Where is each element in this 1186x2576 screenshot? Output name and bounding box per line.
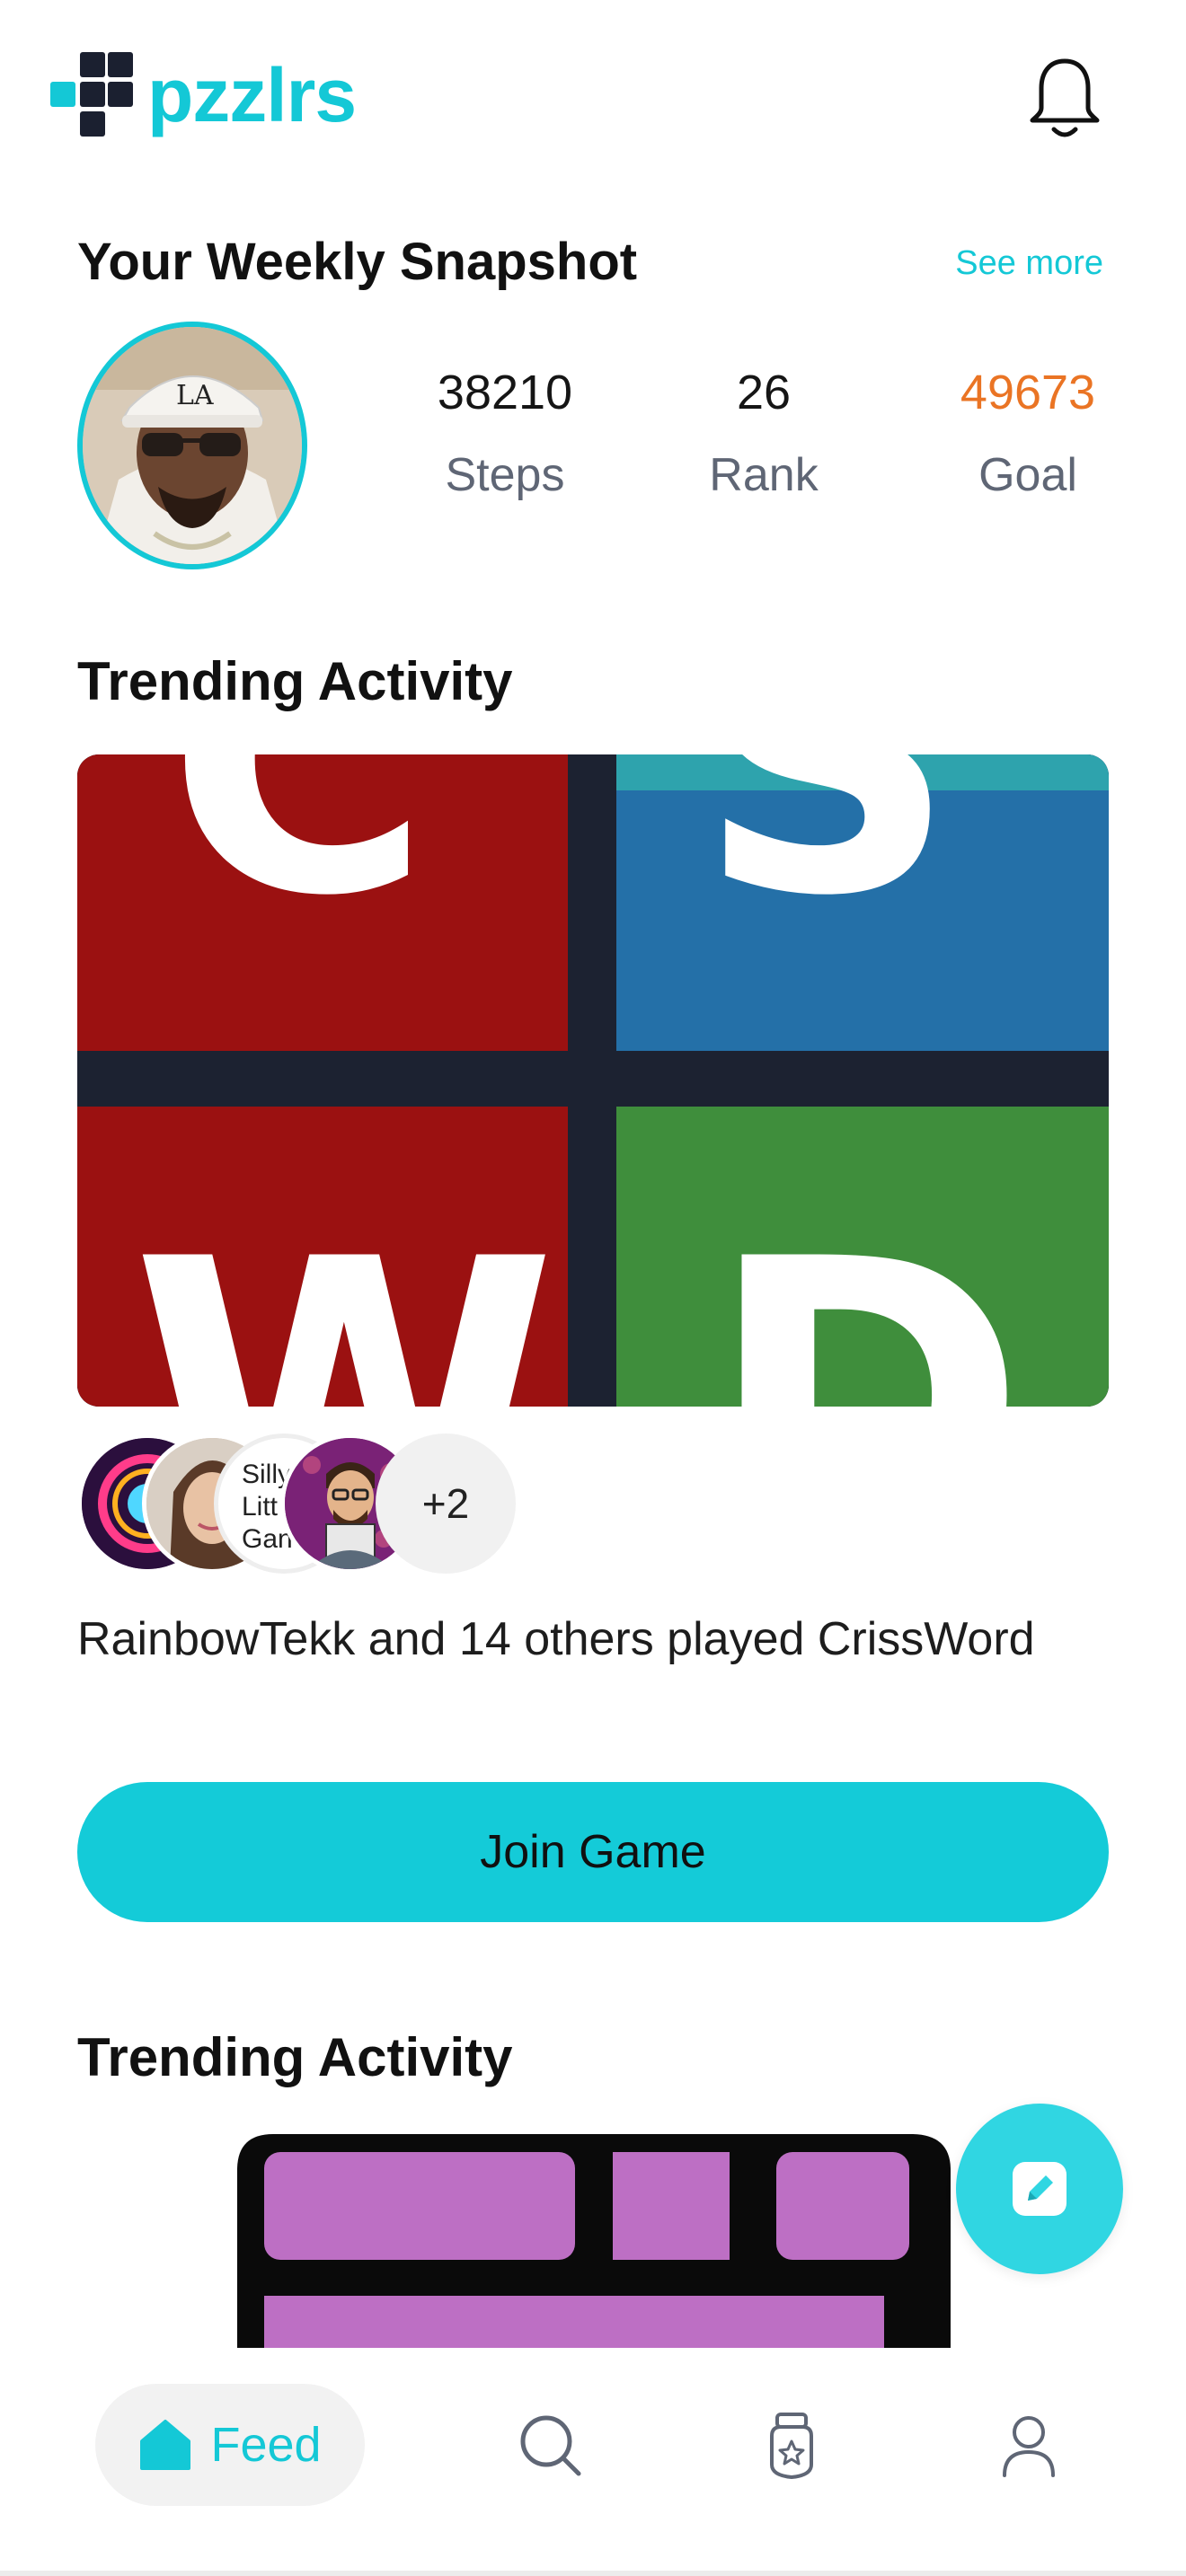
header: pzzlrs [0, 0, 1186, 198]
svg-text:LA: LA [176, 380, 214, 411]
nav-feed-tab[interactable]: Feed [95, 2384, 365, 2506]
snapshot-title: Your Weekly Snapshot [77, 233, 638, 291]
join-game-button[interactable]: Join Game [77, 1782, 1109, 1922]
player-avatars[interactable]: Silly Litt Gan +2 [77, 1434, 527, 1577]
tile-letter-w: W [131, 1178, 557, 1407]
second-game-tile[interactable] [237, 2134, 951, 2348]
stat-steps: 38210 Steps [406, 366, 604, 502]
nav-search-tab[interactable] [510, 2405, 591, 2486]
crissword-game-tile[interactable]: C S W D [77, 754, 1109, 1407]
more-players-count: +2 [376, 1434, 516, 1574]
badge-icon [770, 2413, 813, 2479]
nav-bottom-divider [0, 2571, 1186, 2576]
nav-feed-label: Feed [210, 2418, 322, 2472]
tile-letter-d: D [706, 1178, 1027, 1407]
steps-value: 38210 [437, 366, 573, 419]
bottom-navigation: Feed [0, 2348, 1186, 2576]
tile-letter-c: C [167, 754, 431, 975]
app-name: pzzlrs [147, 53, 357, 137]
tile-letter-s: S [697, 754, 956, 975]
edit-pencil-button[interactable] [956, 2104, 1123, 2274]
rank-value: 26 [736, 366, 792, 419]
home-icon [140, 2420, 191, 2470]
rank-label: Rank [709, 449, 819, 502]
search-icon [520, 2415, 581, 2476]
user-avatar[interactable]: LA [77, 322, 307, 569]
profile-icon [1003, 2416, 1055, 2477]
stat-rank: 26 Rank [665, 366, 863, 502]
edit-pencil-icon [1013, 2162, 1067, 2216]
trending-title: Trending Activity [77, 651, 513, 711]
app-screen: pzzlrs Your Weekly Snapshot See more LA [0, 0, 1186, 2576]
trending-title-2: Trending Activity [77, 2027, 513, 2087]
bell-icon[interactable] [1029, 56, 1101, 142]
see-more-link[interactable]: See more [955, 244, 1103, 283]
stat-goal: 49673 Goal [929, 366, 1127, 502]
steps-label: Steps [445, 449, 565, 502]
nav-profile-tab[interactable] [988, 2405, 1069, 2486]
goal-label: Goal [978, 449, 1077, 502]
activity-description: RainbowTekk and 14 others played CrissWo… [77, 1613, 1035, 1665]
logo-mark-icon [50, 52, 135, 138]
goal-value: 49673 [960, 366, 1096, 419]
nav-badge-tab[interactable] [751, 2405, 832, 2486]
app-logo[interactable]: pzzlrs [50, 52, 357, 138]
